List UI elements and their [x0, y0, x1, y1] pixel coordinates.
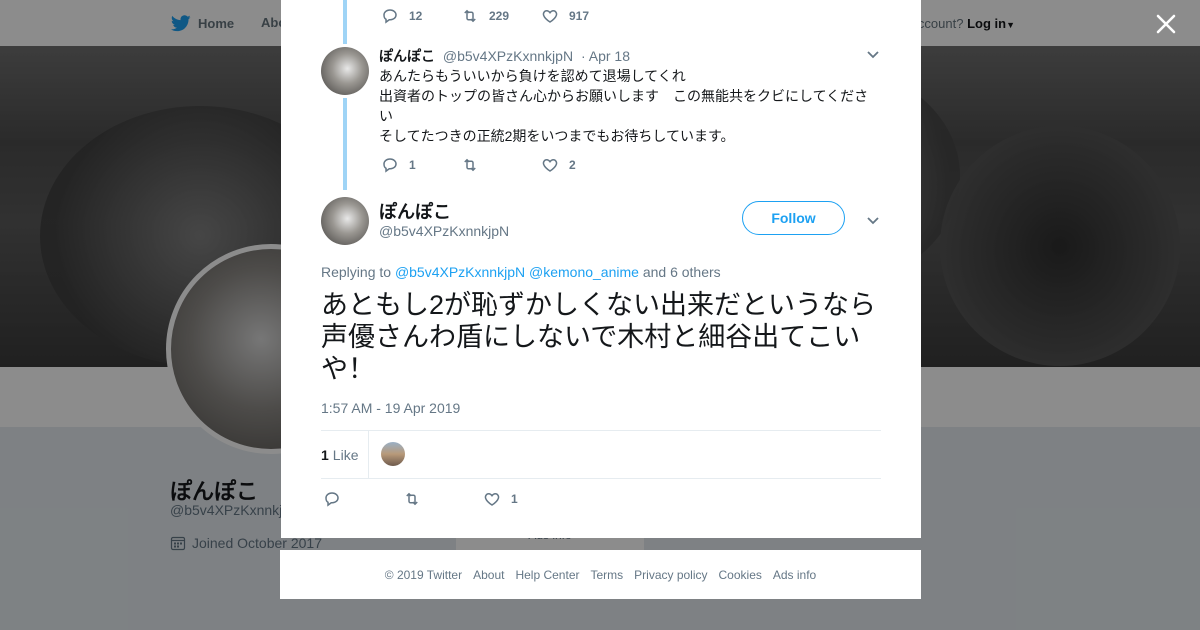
heart-icon	[484, 492, 500, 506]
tweet-text: あともし2が恥ずかしくない出来だというなら声優さんわ盾にしないで木村と細谷出てこ…	[321, 290, 877, 384]
reply-button[interactable]: 12	[381, 7, 461, 25]
reply-author-name[interactable]: ぽんぽこ	[379, 48, 435, 64]
tweet-modal: 12 229 917 ぽんぽこ @b5v4XPzKxnnkjpN · Apr 1…	[281, 0, 921, 538]
mention-link[interactable]: @b5v4XPzKxnnkjpN	[395, 264, 525, 280]
thread-line	[343, 0, 347, 44]
like-button[interactable]: 1	[483, 490, 563, 508]
avatar[interactable]	[321, 197, 369, 245]
reply-line: そしてたつきの正統2期をいつまでもお待ちしています。	[379, 128, 735, 144]
author-name[interactable]: ぽんぽこ	[379, 198, 451, 224]
reply-tweet-actions: 1 2	[381, 156, 621, 174]
mention-link[interactable]: @kemono_anime	[529, 264, 639, 280]
replying-others[interactable]: and 6 others	[643, 264, 721, 280]
thread-line	[343, 98, 347, 190]
footer-about-link[interactable]: About	[473, 568, 504, 582]
retweet-button[interactable]	[461, 156, 541, 174]
tweet-timestamp[interactable]: 1:57 AM - 19 Apr 2019	[321, 400, 460, 416]
heart-icon	[542, 158, 558, 172]
replying-prefix: Replying to	[321, 264, 392, 280]
retweet-count: 229	[489, 9, 510, 23]
reply-button[interactable]	[323, 490, 403, 508]
footer-ads-link[interactable]: Ads info	[773, 568, 816, 582]
reply-button[interactable]: 1	[381, 156, 461, 174]
reply-icon	[383, 158, 397, 173]
reply-count: 1	[409, 158, 416, 172]
author-handle[interactable]: @b5v4XPzKxnnkjpN	[379, 223, 509, 239]
retweet-icon	[464, 9, 476, 23]
footer-help-link[interactable]: Help Center	[515, 568, 579, 582]
reply-date[interactable]: · Apr 18	[581, 48, 630, 64]
footer-privacy-link[interactable]: Privacy policy	[634, 568, 707, 582]
like-count: 2	[569, 158, 576, 172]
liker-avatar[interactable]	[381, 442, 405, 466]
reply-icon	[325, 492, 339, 507]
reply-tweet-header: ぽんぽこ @b5v4XPzKxnnkjpN · Apr 18	[379, 46, 630, 66]
retweet-button[interactable]	[403, 490, 483, 508]
follow-button[interactable]: Follow	[742, 201, 845, 235]
reply-line: 出資者のトップの皆さん心からお願いします この無能共をクビにしてください	[379, 88, 869, 124]
likes-stat-label: Like	[332, 446, 359, 463]
like-button[interactable]: 2	[541, 156, 621, 174]
footer-cookies-link[interactable]: Cookies	[719, 568, 762, 582]
modal-footer: © 2019 Twitter About Help Center Terms P…	[280, 550, 921, 599]
like-count: 1	[511, 492, 518, 506]
prev-tweet-actions: 12 229 917	[381, 7, 621, 25]
reply-author-handle[interactable]: @b5v4XPzKxnnkjpN	[443, 48, 573, 64]
close-icon[interactable]	[1154, 12, 1178, 36]
heart-icon	[542, 9, 558, 23]
likes-stat-count: 1	[321, 446, 329, 463]
retweet-button[interactable]: 229	[461, 7, 541, 25]
retweet-icon	[406, 492, 418, 506]
reply-line: あんたらもういいから負けを認めて退場してくれ	[379, 68, 686, 84]
like-count: 917	[569, 9, 590, 23]
reply-tweet-text: あんたらもういいから負けを認めて退場してくれ 出資者のトップの皆さん心からお願い…	[379, 66, 873, 146]
chevron-down-icon[interactable]	[865, 46, 881, 62]
footer-copyright: © 2019 Twitter	[384, 567, 463, 582]
main-tweet-actions: 1	[323, 490, 563, 508]
chevron-down-icon[interactable]	[865, 212, 881, 228]
like-button[interactable]: 917	[541, 7, 621, 25]
retweet-icon	[464, 158, 476, 172]
footer-terms-link[interactable]: Terms	[590, 568, 623, 582]
likes-stat[interactable]: 1 Like	[321, 431, 369, 478]
reply-icon	[383, 9, 397, 24]
avatar[interactable]	[321, 47, 369, 95]
tweet-stats: 1 Like	[321, 430, 881, 479]
reply-count: 12	[409, 9, 423, 23]
replying-to: Replying to @b5v4XPzKxnnkjpN @kemono_ani…	[321, 264, 721, 280]
